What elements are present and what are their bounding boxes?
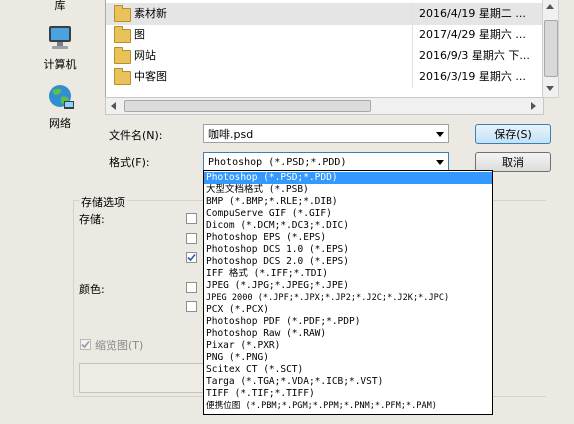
color-checkbox[interactable] [186, 282, 197, 293]
checkmark-icon [81, 340, 90, 349]
format-select[interactable]: Photoshop (*.PSD;*.PDD) [203, 152, 449, 171]
format-option[interactable]: PCX (*.PCX) [204, 304, 492, 316]
vertical-scroll-thumb[interactable] [544, 20, 558, 77]
format-option[interactable]: 便携位图 (*.PBM;*.PGM;*.PPM;*.PNM;*.PFM;*.PA… [204, 400, 492, 412]
file-row[interactable]: 网站 2016/9/3 星期六 下... [106, 45, 543, 67]
format-option[interactable]: Photoshop DCS 2.0 (*.EPS) [204, 256, 492, 268]
checkmark-icon [187, 253, 196, 262]
nav-item-network[interactable]: 网络 [30, 83, 90, 131]
storage-options-title: 存储选项 [79, 194, 127, 210]
cancel-button[interactable]: 取消 [475, 152, 551, 172]
format-value: Photoshop (*.PSD;*.PDD) [208, 157, 347, 168]
thumbnail-checkbox[interactable] [80, 339, 91, 350]
file-name: 素材新 [134, 7, 167, 20]
folder-icon [114, 47, 131, 64]
filename-value: 咖啡.psd [208, 128, 254, 141]
scroll-up-icon[interactable] [546, 4, 554, 9]
nav-item-label: 网络 [49, 117, 71, 130]
file-row[interactable]: 图 2017/4/29 星期六 ... [106, 24, 543, 46]
nav-item-label: 计算机 [43, 58, 77, 71]
color-label: 颜色: [79, 283, 105, 296]
format-option[interactable]: Photoshop DCS 1.0 (*.EPS) [204, 244, 492, 256]
horizontal-scrollbar[interactable] [105, 97, 544, 115]
format-option[interactable]: Dicom (*.DCM;*.DC3;*.DIC) [204, 220, 492, 232]
nav-item-library[interactable]: 库 [30, 0, 90, 13]
nav-item-computer[interactable]: 计算机 [30, 24, 90, 72]
format-option[interactable]: Scitex CT (*.SCT) [204, 364, 492, 376]
format-option[interactable]: CompuServe GIF (*.GIF) [204, 208, 492, 220]
format-option[interactable]: Pixar (*.PXR) [204, 340, 492, 352]
file-date: 2016/9/3 星期六 下... [412, 45, 530, 67]
storage-checkbox[interactable] [186, 213, 197, 224]
format-option[interactable]: IFF 格式 (*.IFF;*.TDI) [204, 268, 492, 280]
save-button[interactable]: 保存(S) [475, 124, 551, 144]
file-name: 网站 [134, 49, 156, 62]
folder-icon [114, 26, 131, 43]
filename-input[interactable]: 咖啡.psd [203, 124, 449, 143]
storage-checkbox[interactable] [186, 252, 197, 263]
format-option[interactable]: TIFF (*.TIF;*.TIFF) [204, 388, 492, 400]
file-row[interactable]: 素材新 2016/4/19 星期二 ... [106, 3, 543, 25]
format-option[interactable]: Photoshop Raw (*.RAW) [204, 328, 492, 340]
chevron-down-icon[interactable] [436, 160, 444, 165]
file-date: 2016/3/19 星期六 ... [412, 66, 526, 88]
format-option[interactable]: JPEG (*.JPG;*.JPEG;*.JPE) [204, 280, 492, 292]
nav-item-label: 库 [54, 0, 66, 12]
format-option[interactable]: BMP (*.BMP;*.RLE;*.DIB) [204, 196, 492, 208]
filename-label: 文件名(N): [109, 129, 163, 142]
folder-icon [114, 68, 131, 85]
file-name: 中客图 [134, 70, 167, 83]
file-list[interactable]: 素材新 2016/4/19 星期二 ... 图 2017/4/29 星期六 ..… [105, 0, 544, 98]
file-date: 2016/4/19 星期二 ... [412, 3, 526, 25]
scroll-right-icon[interactable] [531, 102, 536, 110]
storage-checkbox[interactable] [186, 233, 197, 244]
format-dropdown-list[interactable]: Photoshop (*.PSD;*.PDD) 大型文档格式 (*.PSB) B… [203, 170, 493, 415]
file-row[interactable]: 中客图 2016/3/19 星期六 ... [106, 66, 543, 88]
computer-icon [43, 24, 77, 54]
format-option[interactable]: Photoshop EPS (*.EPS) [204, 232, 492, 244]
format-option[interactable]: Photoshop PDF (*.PDF;*.PDP) [204, 316, 492, 328]
scroll-left-icon[interactable] [111, 102, 116, 110]
network-icon [43, 83, 77, 113]
warning-box [79, 363, 205, 393]
format-option[interactable]: JPEG 2000 (*.JPF;*.JPX;*.JP2;*.J2C;*.J2K… [204, 292, 492, 304]
format-option[interactable]: 大型文档格式 (*.PSB) [204, 184, 492, 196]
storage-label: 存储: [79, 213, 105, 226]
scroll-down-icon[interactable] [546, 86, 554, 91]
chevron-down-icon[interactable] [436, 132, 444, 137]
vertical-scrollbar[interactable] [542, 0, 559, 98]
folder-icon [114, 5, 131, 22]
thumbnail-label: 缩览图(T) [95, 339, 144, 352]
file-name: 图 [134, 28, 145, 41]
file-date: 2017/4/29 星期六 ... [412, 24, 526, 46]
horizontal-scroll-thumb[interactable] [124, 100, 371, 112]
color-checkbox[interactable] [186, 301, 197, 312]
format-option[interactable]: Targa (*.TGA;*.VDA;*.ICB;*.VST) [204, 376, 492, 388]
format-label: 格式(F): [109, 156, 150, 169]
format-option[interactable]: PNG (*.PNG) [204, 352, 492, 364]
format-option[interactable]: Photoshop (*.PSD;*.PDD) [204, 172, 492, 184]
